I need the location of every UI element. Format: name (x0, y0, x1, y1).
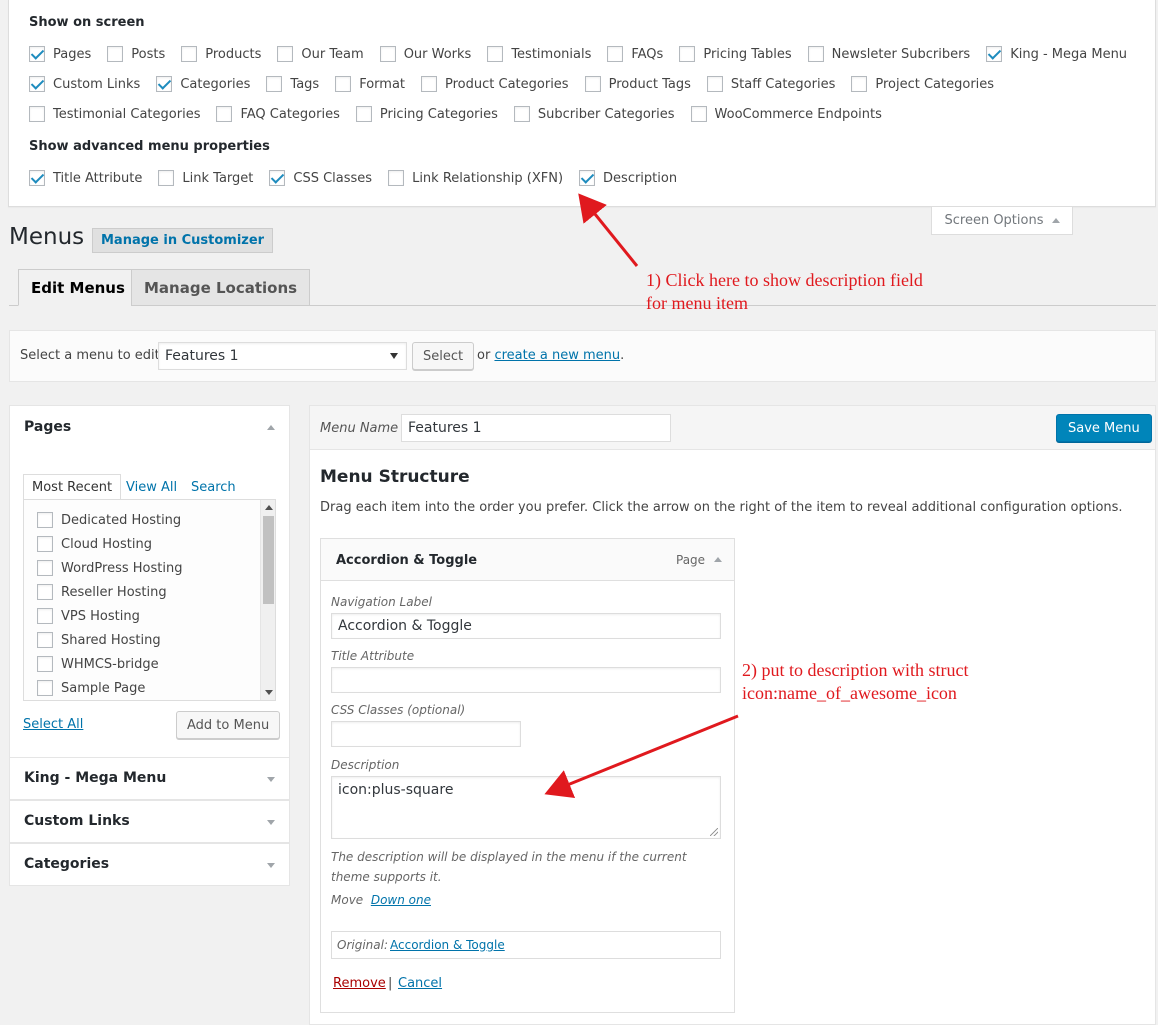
annotation-note-1-line-2: for menu item (646, 293, 748, 313)
annotation-arrow-1 (578, 193, 639, 267)
annotation-note-2: 2) put to description with struct icon:n… (742, 659, 968, 705)
annotation-note-1-line-1: 1) Click here to show description field (646, 270, 923, 290)
annotation-arrows (544, 193, 739, 799)
annotation-note-1: 1) Click here to show description field … (646, 269, 923, 315)
annotation-note-2-line-1: 2) put to description with struct (742, 660, 969, 680)
annotation-arrow-2 (544, 714, 739, 799)
annotation-note-2-line-2: icon:name_of_awesome_icon (742, 683, 957, 703)
